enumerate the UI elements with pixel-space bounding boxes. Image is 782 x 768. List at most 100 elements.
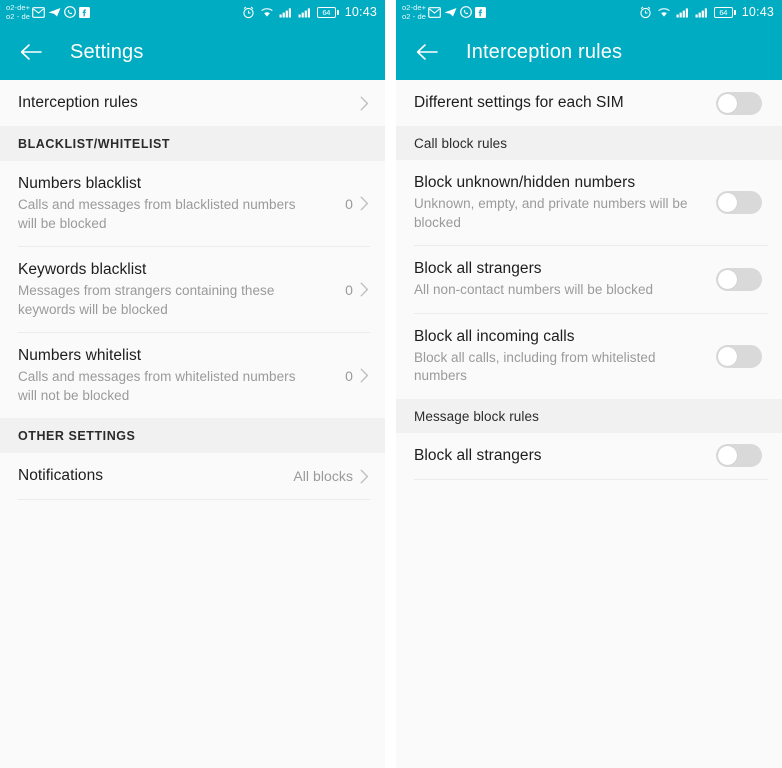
whatsapp-icon: [460, 6, 473, 18]
row-trailing: All blocks: [293, 468, 369, 484]
page-title: Settings: [70, 40, 144, 63]
row-text-block: Numbers whitelist Calls and messages fro…: [18, 333, 337, 418]
list-item-title: Block all strangers: [414, 446, 542, 464]
status-bar-left: o2-de+ o2 - de 64 10:43: [0, 0, 385, 24]
row-trailing: [716, 267, 766, 291]
carrier-line-1: o2-de+: [402, 3, 427, 12]
section-header-blacklist-whitelist: BLACKLIST/WHITELIST: [0, 126, 385, 161]
list-item-title: Different settings for each SIM: [414, 94, 624, 111]
battery-cap: [336, 9, 339, 15]
section-header-other-settings: OTHER SETTINGS: [0, 418, 385, 453]
list-item-subtitle: Block all calls, including from whitelis…: [414, 349, 656, 384]
status-bar-clock: 10:43: [741, 5, 774, 19]
page-title: Interception rules: [466, 40, 623, 63]
carrier-line-2: o2 - de: [6, 12, 31, 21]
signal-sim1-icon: [279, 7, 291, 18]
row-trailing: [716, 191, 766, 214]
email-icon: [32, 6, 46, 18]
back-arrow-icon: [416, 44, 438, 60]
telegram-icon: [444, 7, 457, 16]
back-arrow-icon: [20, 44, 42, 60]
list-item-count: 0: [345, 367, 353, 384]
toggle-different-settings-for-each-sim[interactable]: [716, 91, 762, 115]
battery-icon: 64: [713, 6, 736, 18]
app-bar-right: Interception rules: [396, 24, 782, 80]
list-item-subtitle: Calls and messages from whitelisted numb…: [18, 369, 296, 403]
chevron-right-icon: [360, 282, 369, 297]
dual-screenshot-container: o2-de+ o2 - de 64 10:43 Settings Interce…: [0, 0, 782, 768]
toggle-block-all-strangers-calls[interactable]: [716, 267, 762, 291]
list-item-title: Block all strangers: [414, 260, 542, 277]
carrier-line-2: o2 - de: [402, 12, 427, 21]
status-bar-notification-icons: [32, 6, 91, 18]
list-item-title: Keywords blacklist: [18, 261, 147, 278]
section-header-call-block-rules: Call block rules: [396, 126, 782, 160]
toggle-block-all-strangers-messages[interactable]: [716, 444, 762, 467]
alarm-icon: [640, 6, 651, 18]
toggle-knob: [718, 93, 737, 113]
list-item-value: All blocks: [293, 468, 353, 484]
chevron-right-icon: [360, 96, 369, 110]
left-phone-screen: o2-de+ o2 - de 64 10:43 Settings Interce…: [0, 0, 385, 768]
screen-separator: [385, 0, 396, 768]
chevron-right-icon: [360, 196, 369, 211]
status-bar-right: o2-de+ o2 - de 64 10:43: [396, 0, 782, 24]
list-item-subtitle: All non-contact numbers will be blocked: [414, 282, 654, 297]
row-text-block: Block all strangers All non-contact numb…: [414, 246, 708, 313]
list-item-count: 0: [345, 281, 353, 298]
settings-list: Interception rules BLACKLIST/WHITELIST N…: [0, 80, 385, 768]
list-item-block-all-strangers-calls[interactable]: Block all strangers All non-contact numb…: [396, 246, 782, 313]
whatsapp-icon: [64, 6, 77, 18]
chevron-right-icon: [360, 469, 369, 483]
list-item-keywords-blacklist[interactable]: Keywords blacklist Messages from strange…: [0, 247, 385, 332]
divider: [18, 499, 370, 500]
section-header-message-block-rules: Message block rules: [396, 398, 782, 433]
interception-rules-list: Different settings for each SIM Call blo…: [396, 80, 782, 768]
toggle-block-all-incoming-calls[interactable]: [716, 344, 762, 368]
back-button[interactable]: [16, 37, 46, 67]
list-item-different-settings-for-each-sim[interactable]: Different settings for each SIM: [396, 80, 782, 126]
list-item-numbers-whitelist[interactable]: Numbers whitelist Calls and messages fro…: [0, 333, 385, 418]
right-phone-screen: o2-de+ o2 - de 64 10:43 Interception rul…: [396, 0, 782, 768]
back-button[interactable]: [412, 37, 442, 67]
row-trailing: 0: [345, 196, 369, 212]
carrier-line-1: o2-de+: [6, 3, 31, 12]
row-text-block: Block all strangers: [414, 433, 708, 479]
facebook-icon: [475, 6, 487, 18]
email-icon: [428, 6, 442, 18]
row-text-block: Different settings for each SIM: [414, 80, 708, 126]
row-trailing: [360, 96, 369, 111]
battery-icon: 64: [316, 6, 339, 18]
row-trailing: [716, 344, 766, 368]
status-bar-system-icons: 64 10:43: [242, 5, 377, 19]
alarm-icon: [243, 6, 254, 18]
toggle-knob: [718, 446, 737, 465]
toggle-knob: [718, 346, 737, 366]
list-item-title: Numbers blacklist: [18, 175, 142, 192]
telegram-icon: [48, 7, 61, 16]
wifi-icon: [657, 7, 670, 17]
list-item-block-unknown-hidden-numbers[interactable]: Block unknown/hidden numbers Unknown, em…: [396, 160, 782, 245]
toggle-knob: [718, 269, 737, 289]
row-text-block: Keywords blacklist Messages from strange…: [18, 247, 337, 332]
list-item-title: Interception rules: [18, 94, 138, 111]
status-bar-notification-icons: [428, 6, 487, 18]
toggle-knob: [718, 193, 737, 212]
list-item-title: Block all incoming calls: [414, 327, 575, 345]
list-item-block-all-incoming-calls[interactable]: Block all incoming calls Block all calls…: [396, 313, 782, 399]
toggle-block-unknown-hidden-numbers[interactable]: [716, 191, 762, 214]
list-item-title: Block unknown/hidden numbers: [414, 174, 636, 191]
battery-level-label: 64: [713, 6, 733, 18]
signal-sim1-icon: [676, 7, 688, 18]
list-item-notifications[interactable]: Notifications All blocks: [0, 453, 385, 499]
list-item-interception-rules[interactable]: Interception rules: [0, 80, 385, 126]
row-trailing: [716, 91, 766, 115]
row-text-block: Block unknown/hidden numbers Unknown, em…: [414, 160, 708, 245]
list-item-block-all-strangers-messages[interactable]: Block all strangers: [396, 432, 782, 479]
row-trailing: 0: [345, 368, 369, 384]
carrier-label: o2-de+ o2 - de: [402, 3, 426, 21]
list-item-numbers-blacklist[interactable]: Numbers blacklist Calls and messages fro…: [0, 161, 385, 246]
carrier-label: o2-de+ o2 - de: [6, 3, 30, 21]
signal-sim2-icon: [695, 7, 707, 18]
facebook-icon: [79, 6, 91, 18]
